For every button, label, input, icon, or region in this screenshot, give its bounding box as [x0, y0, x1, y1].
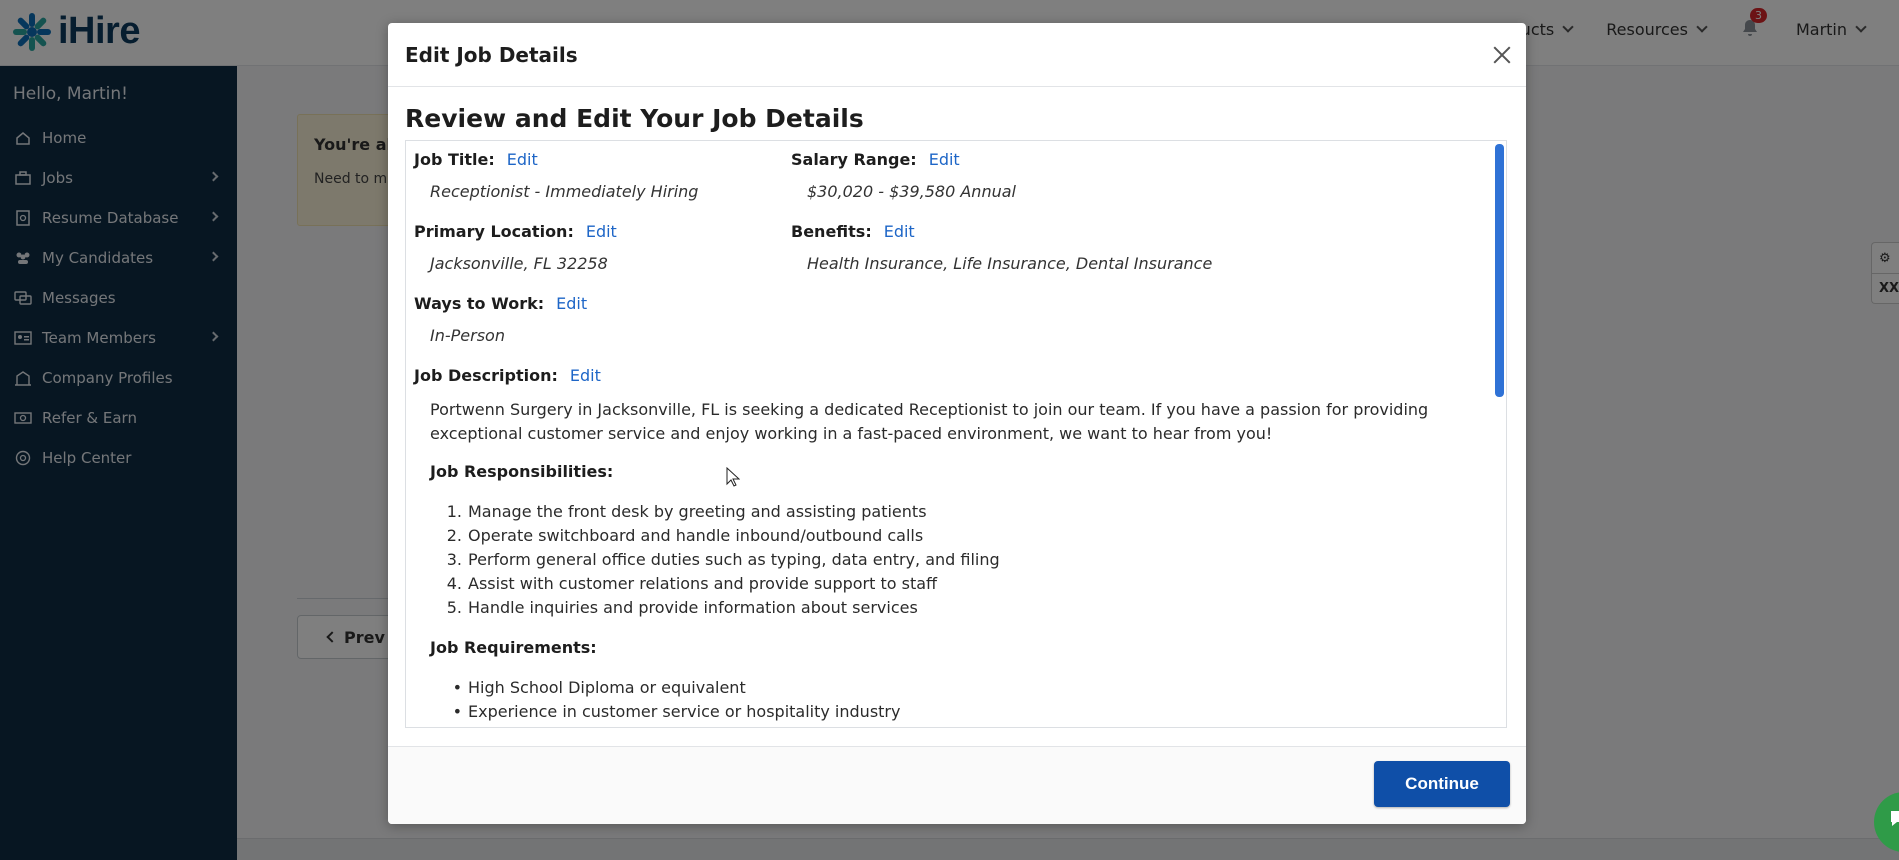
salary-range-label: Salary Range: [791, 150, 917, 169]
job-title-row: Job Title: Edit [414, 150, 538, 169]
list-item: 5. Handle inquiries and provide informati… [446, 598, 918, 617]
salary-range-value: $30,020 - $39,580 Annual [807, 182, 1016, 201]
close-icon[interactable] [1490, 43, 1514, 67]
mouse-cursor-icon [726, 467, 740, 487]
list-item: • Experience in customer service or hospi… [452, 702, 901, 721]
edit-job-details-modal: Edit Job Details Review and Edit Your Jo… [388, 23, 1526, 824]
primary-location-value: Jacksonville, FL 32258 [430, 254, 608, 273]
continue-button[interactable]: Continue [1374, 761, 1510, 807]
modal-footer: Continue [388, 746, 1526, 824]
benefits-value: Health Insurance, Life Insurance, Dental… [807, 254, 1213, 273]
requirements-heading: Job Requirements: [430, 638, 597, 657]
edit-ways-to-work-link[interactable]: Edit [556, 294, 587, 313]
list-item: • High School Diploma or equivalent [452, 678, 746, 697]
list-item: 4. Assist with customer relations and pro… [446, 574, 938, 593]
primary-location-label: Primary Location: [414, 222, 574, 241]
edit-job-description-link[interactable]: Edit [570, 366, 601, 385]
job-title-label: Job Title: [414, 150, 495, 169]
job-title-value: Receptionist - Immediately Hiring [430, 182, 699, 201]
salary-range-row: Salary Range: Edit [791, 150, 960, 169]
benefits-label: Benefits: [791, 222, 872, 241]
chat-icon [1891, 811, 1899, 826]
edit-salary-range-link[interactable]: Edit [929, 150, 960, 169]
edit-benefits-link[interactable]: Edit [884, 222, 915, 241]
ways-to-work-value: In-Person [430, 326, 505, 345]
ways-to-work-row: Ways to Work: Edit [414, 294, 587, 313]
scrollbar-thumb[interactable] [1495, 144, 1504, 397]
modal-header: Edit Job Details [388, 23, 1526, 87]
primary-location-row: Primary Location: Edit [414, 222, 617, 241]
list-item: 1. Manage the front desk by greeting and … [446, 502, 927, 521]
edit-job-title-link[interactable]: Edit [507, 150, 538, 169]
responsibilities-heading: Job Responsibilities: [430, 462, 614, 481]
review-heading: Review and Edit Your Job Details [405, 104, 864, 133]
job-description-text: Portwenn Surgery in Jacksonville, FL is … [430, 400, 1429, 443]
job-details-scroll-area[interactable]: Job Title: Edit Receptionist - Immediate… [405, 140, 1507, 728]
job-description-label: Job Description: [414, 366, 558, 385]
benefits-row: Benefits: Edit [791, 222, 915, 241]
modal-title: Edit Job Details [405, 43, 578, 67]
edit-primary-location-link[interactable]: Edit [586, 222, 617, 241]
job-description-row: Job Description: Edit [414, 366, 601, 385]
ways-to-work-label: Ways to Work: [414, 294, 545, 313]
list-item: 3. Perform general office duties such as … [446, 550, 1000, 569]
list-item: 2. Operate switchboard and handle inbound… [446, 526, 924, 545]
